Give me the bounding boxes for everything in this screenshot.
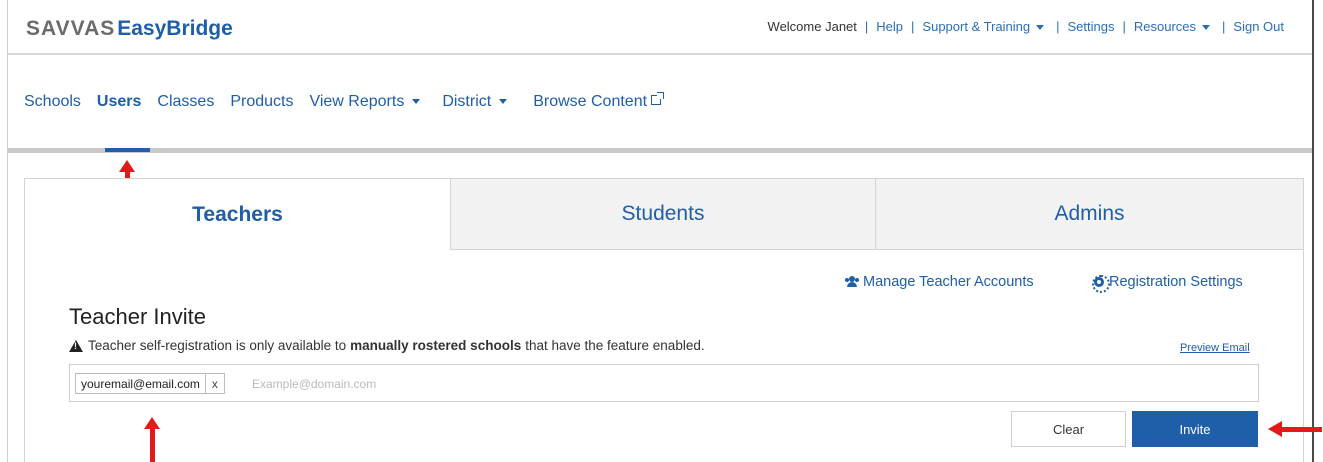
tab-teachers[interactable]: Teachers: [25, 178, 451, 250]
active-nav-indicator: [105, 148, 150, 152]
preview-email-link[interactable]: Preview Email: [1180, 342, 1250, 354]
settings-link[interactable]: Settings: [1068, 19, 1115, 34]
separator: |: [911, 19, 915, 34]
nav-item-users[interactable]: Users: [97, 93, 141, 111]
nav-item-district[interactable]: District: [442, 93, 508, 111]
separator: |: [1122, 19, 1126, 34]
annotation-arrow-email: [144, 417, 160, 462]
invite-button[interactable]: Invite: [1132, 411, 1258, 447]
nav-item-schools[interactable]: Schools: [24, 93, 81, 111]
registration-settings-label: Registration Settings: [1109, 274, 1243, 290]
separator: |: [864, 19, 869, 34]
sign-out-link[interactable]: Sign Out: [1233, 19, 1284, 34]
arrow-shaft: [1282, 426, 1322, 432]
district-label: District: [442, 93, 492, 110]
arrow-shaft: [149, 429, 155, 462]
logo-easybridge: EasyBridge: [117, 17, 233, 40]
caret-down-icon: [1036, 25, 1045, 31]
email-invite-field[interactable]: youremail@email.com x: [69, 364, 1259, 402]
support-training-label: Support & Training: [922, 19, 1031, 34]
notice-text-bold: manually rostered schools: [350, 338, 522, 353]
help-link[interactable]: Help: [876, 19, 903, 34]
tab-admins[interactable]: Admins: [876, 178, 1304, 250]
gear-icon: [1092, 275, 1110, 293]
support-training-dropdown[interactable]: Support & Training: [922, 19, 1045, 34]
main-nav: Schools Users Classes Products View Repo…: [8, 56, 1312, 148]
manage-teacher-accounts-label: Manage Teacher Accounts: [863, 274, 1034, 290]
arrow-head: [119, 160, 135, 172]
self-registration-notice: Teacher self-registration is only availa…: [69, 338, 705, 353]
warning-icon: [69, 339, 83, 352]
resources-dropdown[interactable]: Resources: [1133, 19, 1211, 34]
app-frame: SAVVAS EasyBridge Welcome Janet | Help |…: [0, 0, 1323, 462]
caret-down-icon: [1202, 25, 1211, 31]
browse-content-label: Browse Content: [533, 93, 648, 110]
notice-text-start: Teacher self-registration is only availa…: [88, 338, 347, 353]
notice-text-end: that have the feature enabled.: [525, 338, 705, 353]
welcome-text: Welcome Janet: [767, 19, 857, 34]
external-link-icon: [651, 92, 665, 105]
annotation-arrow-invite: [1268, 421, 1322, 437]
tab-students[interactable]: Students: [451, 178, 876, 250]
arrow-head: [1268, 421, 1282, 437]
registration-settings-link[interactable]: Registration Settings: [1092, 274, 1243, 293]
clear-button[interactable]: Clear: [1011, 411, 1126, 447]
nav-items: Schools Users Classes Products View Repo…: [24, 92, 677, 111]
caret-down-icon: [412, 99, 421, 105]
nav-item-browse-content[interactable]: Browse Content: [533, 92, 665, 111]
frame-right-border: [1312, 0, 1314, 462]
email-chip-text: youremail@email.com: [81, 376, 200, 391]
logo-savvas: SAVVAS: [26, 17, 116, 40]
caret-down-icon: [499, 99, 508, 105]
arrow-head: [144, 417, 160, 429]
remove-chip-button[interactable]: x: [204, 374, 224, 393]
top-header: SAVVAS EasyBridge Welcome Janet | Help |…: [8, 0, 1312, 55]
separator: |: [1222, 19, 1226, 34]
manage-teacher-accounts-link[interactable]: Manage Teacher Accounts: [845, 274, 1034, 290]
users-icon: [845, 276, 859, 287]
nav-divider: [8, 148, 1312, 153]
teacher-invite-title: Teacher Invite: [69, 304, 206, 329]
separator: |: [1056, 19, 1060, 34]
email-chip: youremail@email.com x: [75, 373, 225, 394]
email-input[interactable]: [252, 375, 1232, 393]
nav-item-view-reports[interactable]: View Reports: [309, 93, 421, 111]
nav-item-products[interactable]: Products: [230, 93, 293, 111]
resources-label: Resources: [1133, 19, 1197, 34]
nav-item-classes[interactable]: Classes: [157, 93, 214, 111]
view-reports-label: View Reports: [309, 93, 405, 110]
utility-links: Welcome Janet | Help | Support & Trainin…: [768, 19, 1284, 34]
savvas-logo[interactable]: SAVVAS EasyBridge: [26, 17, 233, 41]
